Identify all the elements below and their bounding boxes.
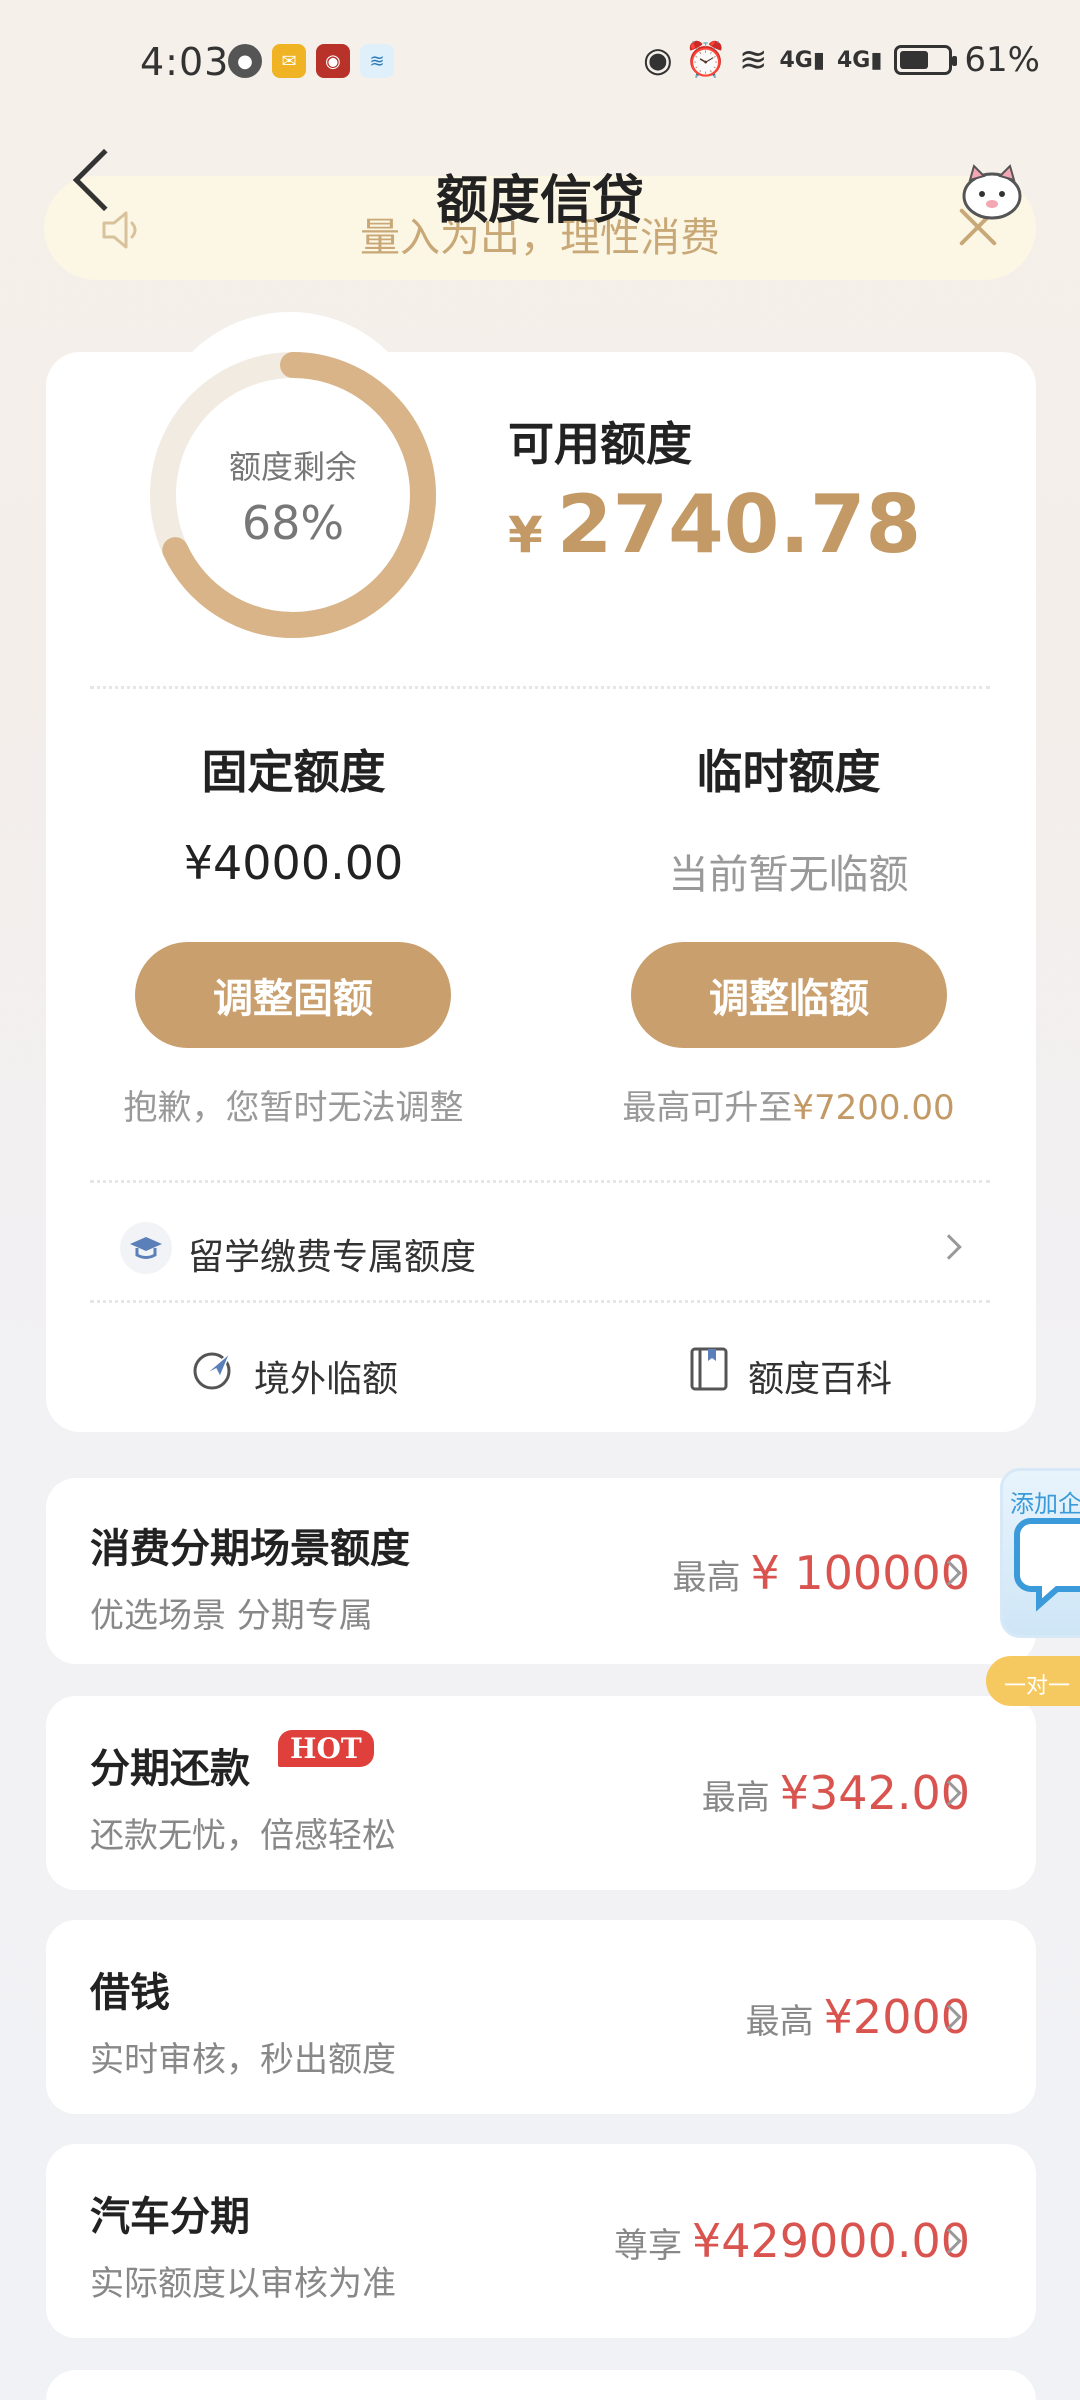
signal-icon-2: 4G▮	[836, 47, 883, 73]
currency-symbol: ¥	[508, 506, 543, 564]
amount-value: ¥429000.00	[691, 2214, 970, 2268]
wifi-icon: ≋	[738, 40, 768, 80]
encyclopedia-link[interactable]: 额度百科	[748, 1350, 892, 1402]
ring-percent: 68%	[241, 496, 345, 550]
battery-percent: 61%	[964, 40, 1040, 80]
divider	[90, 1180, 990, 1183]
hot-badge: HOT	[278, 1730, 374, 1767]
product-card-partial[interactable]	[46, 2370, 1036, 2400]
bank-app-icon: ◉	[316, 44, 350, 78]
graduation-cap-icon	[120, 1222, 172, 1274]
available-amount: ¥2740.78	[508, 478, 921, 571]
mail-icon: ✉	[272, 44, 306, 78]
adjust-fixed-button[interactable]: 调整固额	[135, 942, 451, 1048]
product-subtitle: 实时审核，秒出额度	[90, 2040, 396, 2080]
temp-note-prefix: 最高可升至	[622, 1088, 793, 1128]
adjust-temp-button[interactable]: 调整临额	[631, 942, 947, 1048]
fixed-limit-value: ¥4000.00	[183, 836, 404, 890]
amount-prefix: 最高	[701, 1778, 770, 1818]
credit-remaining-ring	[150, 352, 436, 638]
news-app-icon: ≋	[360, 44, 394, 78]
available-value: 2740.78	[556, 478, 922, 571]
product-title: 汽车分期	[90, 2194, 250, 2240]
product-amount-row: 最高 ¥342.00	[702, 1766, 970, 1820]
product-amount-row: 最高 ¥ 100000	[673, 1546, 971, 1600]
book-icon[interactable]	[686, 1345, 734, 1393]
battery-icon	[894, 45, 958, 75]
status-right: ◉ ⏰ ≋ 4G▮ 4G▮ 61%	[643, 40, 1040, 80]
notification-icons: ● ✉ ◉ ≋	[228, 44, 394, 78]
divider	[90, 1300, 990, 1303]
widget-label: 添加企	[1010, 1490, 1080, 1518]
status-time: 4:03	[140, 40, 230, 84]
available-label: 可用额度	[508, 417, 692, 471]
ring-label: 额度剩余	[228, 448, 357, 486]
temp-limit-note: 最高可升至¥7200.00	[541, 1080, 1036, 1129]
amount-prefix: 最高	[672, 1558, 741, 1598]
signal-icon: 4G▮	[779, 47, 825, 73]
fixed-limit-note: 抱歉，您暂时无法调整	[123, 1088, 464, 1128]
product-subtitle: 实际额度以审核为准	[90, 2264, 396, 2304]
plane-globe-icon[interactable]	[190, 1345, 238, 1393]
mascot-icon[interactable]	[958, 160, 1026, 222]
overseas-temp-link[interactable]: 境外临额	[254, 1350, 398, 1402]
study-abroad-label: 留学缴费专属额度	[188, 1237, 477, 1278]
alarm-icon: ⏰	[684, 40, 727, 80]
product-title: 消费分期场景额度	[90, 1526, 410, 1572]
fixed-limit-title: 固定额度	[201, 745, 386, 799]
status-bar: 4:03 ● ✉ ◉ ≋ ◉ ⏰ ≋ 4G▮ 4G▮ 61%	[0, 0, 1080, 130]
divider	[90, 686, 990, 689]
product-amount-row: 尊享 ¥429000.00	[614, 2214, 970, 2268]
product-subtitle: 还款无忧，倍感轻松	[90, 1816, 396, 1856]
widget-badge: 一对一	[986, 1656, 1080, 1706]
product-title: 分期还款	[90, 1746, 250, 1792]
eye-icon: ◉	[642, 40, 673, 80]
amount-prefix: 最高	[745, 2002, 814, 2042]
product-title: 借钱	[90, 1970, 170, 2016]
temp-limit-value: 当前暂无临额	[668, 852, 909, 898]
temp-limit-title: 临时额度	[696, 745, 881, 799]
product-subtitle: 优选场景 分期专属	[90, 1596, 373, 1636]
wechat-icon: ●	[228, 44, 262, 78]
temp-note-amount: ¥7200.00	[792, 1088, 955, 1128]
page-title: 额度信贷	[435, 171, 644, 231]
amount-prefix: 尊享	[613, 2226, 682, 2266]
